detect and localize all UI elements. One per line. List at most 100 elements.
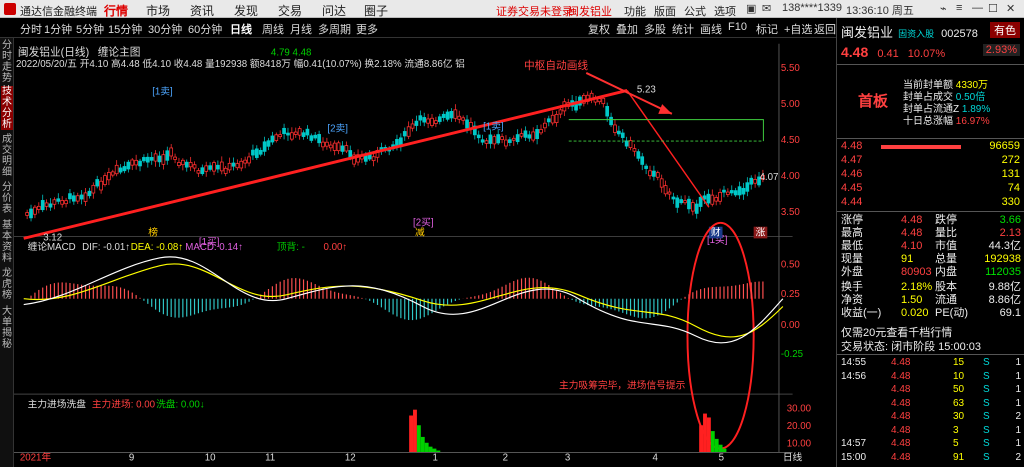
- candle: [554, 114, 559, 123]
- candle: [227, 162, 232, 171]
- period-weekly[interactable]: 周线: [262, 21, 284, 37]
- add-watchlist-button[interactable]: +自选: [784, 21, 812, 37]
- candle: [266, 140, 271, 147]
- period-monthly[interactable]: 月线: [290, 21, 312, 37]
- period-intraday[interactable]: 分时: [20, 21, 42, 37]
- f10-button[interactable]: F10: [728, 21, 747, 33]
- menu-news[interactable]: 资讯: [190, 2, 214, 19]
- menu-icon[interactable]: ≡: [956, 2, 962, 14]
- tick-side: S: [983, 451, 990, 463]
- app-title: 通达信金融终端: [20, 6, 97, 18]
- candle: [741, 187, 746, 195]
- login-notice[interactable]: 证券交易未登录: [496, 3, 573, 19]
- candle: [671, 196, 676, 200]
- adjust-button[interactable]: 复权: [588, 21, 610, 37]
- user-id[interactable]: 138****1339: [782, 2, 842, 14]
- period-30min[interactable]: 30分钟: [148, 21, 182, 37]
- bid-price: 4.45: [841, 182, 863, 194]
- tick-price: 4.48: [891, 357, 911, 368]
- candle: [531, 131, 536, 141]
- candle: [290, 132, 294, 140]
- candle: [114, 164, 119, 175]
- menu-options[interactable]: 选项: [714, 3, 736, 19]
- candle: [753, 179, 757, 184]
- tab-technical[interactable]: 技术分析: [1, 86, 13, 130]
- candle: [72, 195, 76, 202]
- period-60min[interactable]: 60分钟: [188, 21, 222, 37]
- overlay-button[interactable]: 叠加: [616, 21, 638, 37]
- menu-trade[interactable]: 交易: [278, 2, 302, 19]
- tab-intraday[interactable]: 分时走势: [1, 40, 13, 84]
- maximize-icon[interactable]: ☐: [988, 2, 998, 15]
- candle: [79, 194, 84, 200]
- candle: [710, 194, 715, 205]
- tab-dragon-tiger[interactable]: 龙虎榜: [1, 268, 13, 301]
- candle: [648, 170, 652, 177]
- tab-profile[interactable]: 基本资料: [1, 220, 13, 264]
- tick-side: S: [983, 357, 990, 368]
- mail-icon[interactable]: ✉: [762, 2, 771, 15]
- sector-tag[interactable]: 有色: [990, 22, 1020, 38]
- stat-value: 9.88亿: [988, 281, 1021, 293]
- candle: [204, 165, 209, 172]
- stock-tag[interactable]: 闽发铝业: [568, 3, 612, 19]
- menu-circle[interactable]: 圈子: [364, 2, 388, 19]
- event-marker[interactable]: 榜: [148, 225, 158, 238]
- period-5min[interactable]: 5分钟: [76, 21, 104, 37]
- stock-badge[interactable]: 固资入股: [898, 29, 934, 39]
- period-daily[interactable]: 日线: [230, 21, 252, 37]
- stats-button[interactable]: 统计: [672, 21, 694, 37]
- menu-market[interactable]: 市场: [146, 2, 170, 19]
- candle: [406, 126, 411, 137]
- candle: [690, 202, 695, 212]
- event-marker[interactable]: 减: [415, 226, 425, 238]
- mark-button[interactable]: 标记: [756, 21, 778, 37]
- tab-big-orders[interactable]: 大单揭秘: [1, 306, 13, 350]
- candle: [636, 151, 641, 159]
- period-label[interactable]: 日线: [783, 450, 803, 463]
- candle: [48, 203, 53, 208]
- close-icon[interactable]: ✕: [1006, 2, 1015, 15]
- event-marker[interactable]: 涨: [756, 226, 766, 238]
- multi-stock-button[interactable]: 多股: [644, 21, 666, 37]
- price-axis-tick: 5.00: [781, 99, 801, 110]
- candle: [56, 198, 61, 202]
- period-multi[interactable]: 多周期: [318, 21, 351, 37]
- menu-function[interactable]: 功能: [624, 3, 646, 19]
- draw-button[interactable]: 画线: [700, 21, 722, 37]
- back-button[interactable]: 返回: [814, 21, 836, 37]
- period-more[interactable]: 更多: [356, 21, 378, 37]
- bid-volume: 272: [1001, 154, 1020, 166]
- bid-volume: 96659: [989, 140, 1020, 152]
- menu-layout[interactable]: 版面: [654, 3, 676, 19]
- candle: [414, 120, 419, 126]
- candle: [714, 197, 719, 202]
- candle: [258, 149, 263, 155]
- menu-quotes[interactable]: 行情: [104, 2, 128, 19]
- menu-ask[interactable]: 问达: [322, 2, 346, 19]
- chart-indicator[interactable]: 缠论主图: [98, 45, 141, 58]
- tick-time: 14:55: [841, 357, 867, 368]
- period-15min[interactable]: 15分钟: [108, 21, 142, 37]
- candle: [539, 129, 543, 134]
- stat-value: 69.1: [999, 307, 1021, 319]
- link-icon[interactable]: ⌁: [940, 2, 947, 15]
- tab-price-table[interactable]: 分价表: [1, 182, 13, 215]
- period-1min[interactable]: 1分钟: [44, 21, 72, 37]
- tab-trade-detail[interactable]: 成交明细: [1, 134, 13, 178]
- menu-discover[interactable]: 发现: [234, 2, 258, 19]
- candle: [317, 134, 321, 144]
- stat-value: 1.50: [901, 294, 923, 306]
- tick-price: 4.48: [891, 370, 911, 382]
- price-axis-tick: 4.00: [781, 171, 801, 182]
- menu-formula[interactable]: 公式: [684, 3, 706, 19]
- candle: [371, 156, 376, 162]
- candle: [504, 139, 508, 147]
- flow-axis-tick: 30.00: [787, 404, 812, 415]
- skin-icon[interactable]: ▣: [746, 2, 756, 15]
- stats-table: 涨停 4.48 跌停 3.66 最高 4.48 量比 2.13 最低 4.10 市值 44.3亿 …: [841, 214, 1021, 320]
- chart-indicator-values: 4.79 4.48: [271, 47, 312, 58]
- kline-chart[interactable]: 闽发铝业(日线) 缠论主图 4.79 4.48 2022/05/20/五 开4.…: [14, 38, 814, 467]
- minimize-icon[interactable]: —: [972, 2, 983, 14]
- candle: [745, 182, 750, 192]
